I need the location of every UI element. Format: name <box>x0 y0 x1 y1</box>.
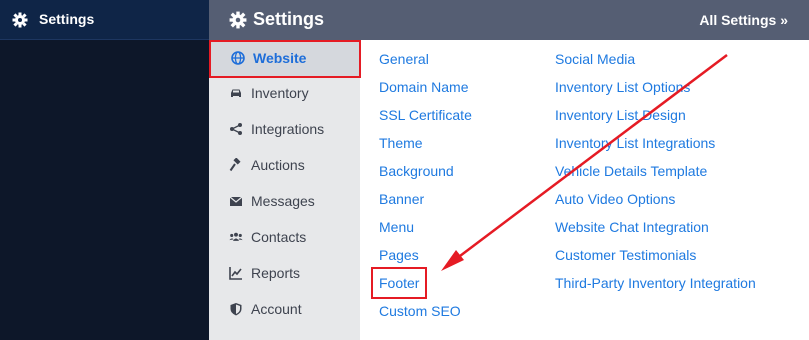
sub-nav-item-account[interactable]: Account <box>209 292 360 328</box>
left-nav-settings[interactable]: Settings <box>0 0 209 40</box>
left-nav: Settings <box>0 0 209 340</box>
link-ssl-certificate[interactable]: SSL Certificate <box>379 107 472 123</box>
link-auto-video-options[interactable]: Auto Video Options <box>555 191 675 207</box>
link-theme[interactable]: Theme <box>379 135 423 151</box>
sub-nav-label: Contacts <box>251 229 307 245</box>
sub-nav-label: Auctions <box>251 157 305 173</box>
gear-icon <box>12 12 28 28</box>
gear-icon <box>229 11 247 29</box>
footer-highlight-box <box>371 267 427 299</box>
sub-nav-item-integrations[interactable]: Integrations <box>209 112 360 148</box>
share-icon <box>230 123 242 135</box>
link-third-party-inventory-integration[interactable]: Third-Party Inventory Integration <box>555 275 756 291</box>
link-domain-name[interactable]: Domain Name <box>379 79 468 95</box>
sub-nav-label: Integrations <box>251 121 325 137</box>
sub-nav-item-reports[interactable]: Reports <box>209 256 360 292</box>
link-background[interactable]: Background <box>379 163 454 179</box>
link-pages[interactable]: Pages <box>379 247 419 263</box>
car-icon <box>231 89 241 97</box>
link-vehicle-details-template[interactable]: Vehicle Details Template <box>555 163 707 179</box>
sub-nav-item-messages[interactable]: Messages <box>209 184 360 220</box>
globe-icon <box>231 51 245 65</box>
sub-nav-item-auctions[interactable]: Auctions <box>209 148 360 184</box>
sub-nav-item-contacts[interactable]: Contacts <box>209 220 360 256</box>
sub-nav-item-inventory[interactable]: Inventory <box>209 76 360 112</box>
left-nav-title: Settings <box>39 11 95 27</box>
link-social-media[interactable]: Social Media <box>555 51 635 67</box>
sub-nav-label: Website <box>253 50 307 66</box>
shield-icon <box>230 303 242 316</box>
chart-icon <box>229 267 242 280</box>
sub-nav-label: Inventory <box>251 85 309 101</box>
gavel-icon <box>229 158 241 172</box>
link-website-chat-integration[interactable]: Website Chat Integration <box>555 219 709 235</box>
settings-sub-nav: Website Inventory Integrations Auctions <box>209 40 361 340</box>
page-title: Settings <box>253 9 325 29</box>
link-menu[interactable]: Menu <box>379 219 414 235</box>
link-inventory-list-integrations[interactable]: Inventory List Integrations <box>555 135 715 151</box>
all-settings-link[interactable]: All Settings » <box>699 12 788 28</box>
link-inventory-list-options[interactable]: Inventory List Options <box>555 79 690 95</box>
link-customer-testimonials[interactable]: Customer Testimonials <box>555 247 696 263</box>
sub-nav-label: Reports <box>251 265 301 281</box>
sub-nav-item-website[interactable]: Website <box>209 40 361 78</box>
sub-nav-label: Account <box>251 301 302 317</box>
link-banner[interactable]: Banner <box>379 191 424 207</box>
sub-nav-label: Messages <box>251 193 315 209</box>
envelope-icon <box>229 196 243 206</box>
settings-header: Settings All Settings » <box>209 0 809 40</box>
users-icon <box>229 232 243 241</box>
link-general[interactable]: General <box>379 51 429 67</box>
link-inventory-list-design[interactable]: Inventory List Design <box>555 107 686 123</box>
link-custom-seo[interactable]: Custom SEO <box>379 303 461 319</box>
